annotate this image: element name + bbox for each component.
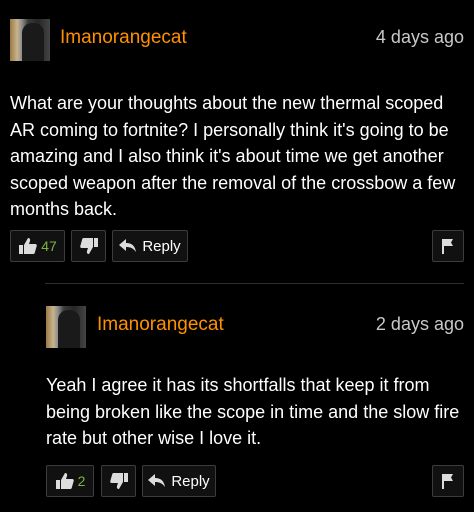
like-button[interactable]: 2 <box>46 465 94 497</box>
username[interactable]: Imanorangecat <box>97 314 224 336</box>
timestamp: 4 days ago <box>375 27 464 47</box>
flag-button[interactable] <box>432 465 464 497</box>
divider <box>45 283 464 284</box>
dislike-button[interactable] <box>71 230 106 262</box>
avatar[interactable] <box>10 19 50 61</box>
avatar[interactable] <box>46 306 86 348</box>
like-count: 47 <box>41 238 57 254</box>
reply-arrow-icon <box>148 474 166 487</box>
like-count: 2 <box>77 473 86 489</box>
comment-actions: 2 Reply <box>46 465 464 499</box>
timestamp: 2 days ago <box>375 314 464 334</box>
thumbs-up-icon <box>19 238 37 254</box>
thumbs-down-icon <box>79 238 98 254</box>
reply-arrow-icon <box>119 239 137 252</box>
reply-label: Reply <box>171 472 210 490</box>
comment-text: Yeah I agree it has its shortfalls that … <box>46 375 460 448</box>
reply-button[interactable]: Reply <box>112 230 188 262</box>
reply-button[interactable]: Reply <box>142 465 216 497</box>
like-button[interactable]: 47 <box>10 230 65 262</box>
comment-text: What are your thoughts about the new the… <box>10 93 456 219</box>
comment: Imanorangecat 4 days ago What are your t… <box>0 0 474 262</box>
reply-label: Reply <box>142 237 181 255</box>
comment-actions: 47 Reply <box>10 230 464 264</box>
flag-icon <box>442 239 453 254</box>
flag-icon <box>442 474 453 489</box>
comment-header: Imanorangecat 2 days ago <box>45 292 474 348</box>
reply-comment: Imanorangecat 2 days ago Yeah I agree it… <box>45 292 474 497</box>
flag-button[interactable] <box>432 230 464 262</box>
dislike-button[interactable] <box>101 465 136 497</box>
username[interactable]: Imanorangecat <box>60 27 187 49</box>
thumbs-down-icon <box>109 473 128 489</box>
comment-header: Imanorangecat 4 days ago <box>0 0 474 61</box>
thumbs-up-icon <box>55 473 74 489</box>
